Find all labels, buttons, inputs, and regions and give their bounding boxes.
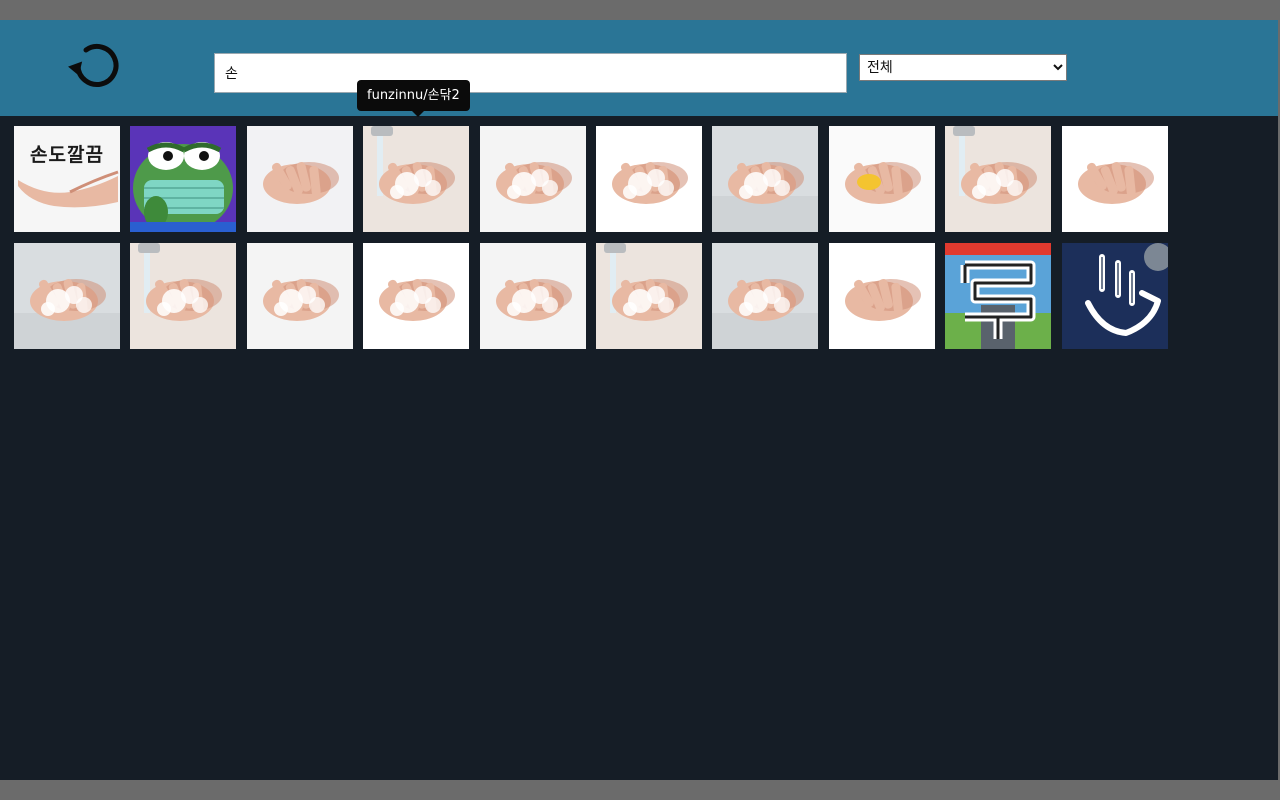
- emote-tile[interactable]: [363, 126, 470, 232]
- emote-tile[interactable]: [945, 126, 1052, 232]
- emote-tile[interactable]: [130, 126, 237, 232]
- emote-tile[interactable]: [246, 243, 353, 349]
- emote-tile[interactable]: [479, 126, 586, 232]
- emote-image: [246, 126, 353, 232]
- emote-image: [712, 126, 819, 232]
- emote-image: [828, 126, 935, 232]
- emote-tile[interactable]: [14, 243, 120, 349]
- emote-image: [130, 243, 237, 349]
- emote-tooltip: funzinnu/손닦2: [357, 80, 470, 111]
- emote-tile[interactable]: [363, 243, 470, 349]
- emote-tile[interactable]: [1061, 243, 1168, 349]
- emote-tile[interactable]: [596, 126, 702, 232]
- emote-image: [363, 243, 470, 349]
- emote-tile[interactable]: [828, 126, 935, 232]
- emote-image: [479, 243, 586, 349]
- emote-tile[interactable]: 손도깔끔: [14, 126, 120, 232]
- emote-image: [828, 243, 935, 349]
- emote-image: [712, 243, 819, 349]
- emote-image: [1061, 126, 1168, 232]
- emote-tile[interactable]: [130, 243, 237, 349]
- emote-image: [363, 126, 470, 232]
- emote-image: [945, 126, 1052, 232]
- emote-tile[interactable]: [712, 243, 819, 349]
- category-select[interactable]: 전체: [859, 54, 1067, 81]
- emote-image: [130, 126, 237, 232]
- emote-label: 손도깔끔: [30, 144, 104, 166]
- app-window: 전체 손도깔끔 funzinnu/손닦2: [0, 20, 1278, 780]
- emote-tile[interactable]: [596, 243, 702, 349]
- emote-image: [945, 243, 1052, 349]
- refresh-icon[interactable]: [66, 36, 126, 96]
- emote-image: [596, 243, 702, 349]
- emote-image: [246, 243, 353, 349]
- emote-tile[interactable]: [828, 243, 935, 349]
- emote-tile[interactable]: [246, 126, 353, 232]
- emote-image: [1061, 243, 1168, 349]
- emote-image: [14, 243, 120, 349]
- header-bar: 전체: [0, 20, 1278, 116]
- emote-image: [479, 126, 586, 232]
- emote-tile[interactable]: [479, 243, 586, 349]
- emote-tile[interactable]: [945, 243, 1052, 349]
- search-input[interactable]: [214, 53, 847, 93]
- emote-tile[interactable]: [712, 126, 819, 232]
- emote-image: [596, 126, 702, 232]
- tooltip-arrow: [412, 111, 424, 117]
- emote-tile[interactable]: [1061, 126, 1168, 232]
